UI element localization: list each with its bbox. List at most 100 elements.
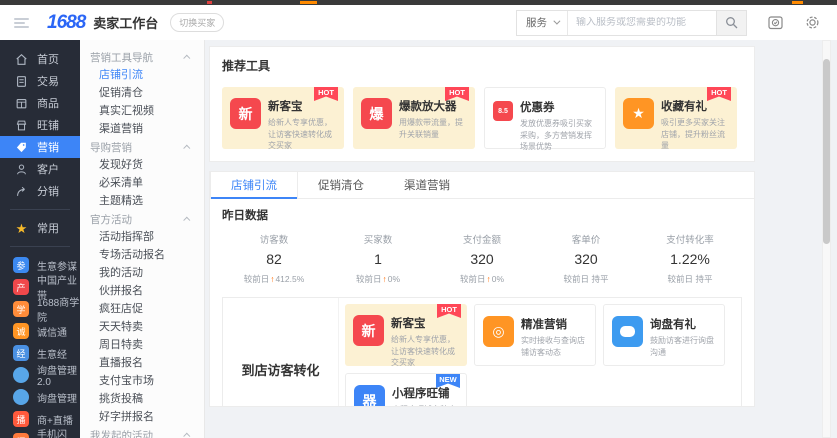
tool-card-baokuan[interactable]: HOT 爆 爆款放大器 用爆款带流量，提升关联销量	[353, 87, 475, 149]
sidebar-app-shangxueyuan[interactable]: 学 1688商学院	[0, 298, 80, 320]
search-button[interactable]	[716, 11, 746, 35]
submenu-item-alipay-market[interactable]: 支付宝市场	[80, 372, 204, 390]
sidebar-item-label: 首页	[37, 51, 59, 67]
stat-payment-amount: 支付金额 320 较前日0%	[430, 232, 534, 285]
window-scrollbar[interactable]	[822, 40, 831, 438]
submenu-item-daily-sale[interactable]: 天天特卖	[80, 318, 204, 336]
recommended-tools-title: 推荐工具	[222, 57, 742, 74]
sidebar-item-label: 常用	[37, 220, 59, 236]
submenu-item-event-hq[interactable]: 活动指挥部	[80, 228, 204, 246]
submenu-item-special-signup[interactable]: 专场活动报名	[80, 246, 204, 264]
sidebar-item-marketing[interactable]: 营销	[0, 136, 80, 158]
submenu-item-huopin-signup[interactable]: 伙拼报名	[80, 282, 204, 300]
chat-bubble-icon	[612, 316, 643, 347]
submenu-item-must-buy-list[interactable]: 必采清单	[80, 174, 204, 192]
tab-clearance[interactable]: 促销清仓	[298, 172, 384, 198]
conv-card-xinkebao[interactable]: HOT 新 新客宝 给新人专享优惠，让访客快速转化成交买家	[345, 304, 467, 366]
chevron-down-icon	[553, 18, 560, 25]
stat-buyers: 买家数 1 较前日0%	[326, 232, 430, 285]
sidebar-item-favorites[interactable]: ★ 常用	[0, 217, 80, 239]
top-strip-accent	[207, 1, 212, 4]
sidebar-item-customers[interactable]: 客户	[0, 158, 80, 180]
chevron-up-icon	[183, 432, 190, 438]
sidebar-item-home[interactable]: 首页	[0, 48, 80, 70]
switch-to-buyer-badge[interactable]: 切换买家	[170, 13, 224, 32]
hamburger-menu-icon[interactable]	[14, 18, 29, 28]
tasks-check-icon[interactable]	[767, 14, 784, 31]
submenu-item-video[interactable]: 真实汇视频	[80, 102, 204, 120]
search-category-select[interactable]: 服务	[517, 11, 568, 35]
tool-card-desc: 给新人专享优惠，让访客快速转化成交买家	[268, 117, 336, 152]
app-icon: 学	[13, 301, 29, 317]
submenu-item-channel[interactable]: 渠道营销	[80, 120, 204, 138]
submenu-group-official-events[interactable]: 官方活动	[80, 210, 204, 228]
tool-card-youhuiquan[interactable]: 8.5 优惠券 发放优惠券吸引买家采购，多方营销发挥场景优势	[484, 87, 606, 149]
tab-store-traffic[interactable]: 店铺引流	[210, 172, 298, 198]
submenu-item-theme-picks[interactable]: 主题精选	[80, 192, 204, 210]
submenu-item-live-signup[interactable]: 直播报名	[80, 354, 204, 372]
sidebar-item-label: 营销	[37, 139, 59, 155]
group-title: 导购营销	[90, 140, 132, 155]
search-icon	[725, 16, 738, 29]
sidebar-app-shoujishandian[interactable]: 闪 手机闪电...	[0, 430, 80, 438]
sidebar-item-label: 分销	[37, 183, 59, 199]
scrollbar-thumb[interactable]	[823, 59, 830, 244]
globe-icon	[13, 389, 29, 405]
app-icon: 诚	[13, 323, 29, 339]
submenu-group-my-initiated[interactable]: 我发起的活动	[80, 426, 204, 438]
recommended-tools-panel: 推荐工具 HOT 新 新客宝 给新人专享优惠，让访客快速转化成交买家 HOT 爆	[209, 46, 755, 162]
tool-card-name: 收藏有礼	[661, 98, 729, 114]
conv-card-miniprogram[interactable]: NEW 器 小程序旺铺 小程序旺铺多种店铺推广引流神器	[345, 373, 467, 407]
submenu-group-guide-marketing[interactable]: 导购营销	[80, 138, 204, 156]
sidebar-app-xunpan[interactable]: 询盘管理	[0, 386, 80, 408]
traffic-tabs: 店铺引流 促销清仓 渠道营销	[210, 172, 754, 199]
submenu-item-store-traffic[interactable]: 店铺引流	[80, 66, 204, 84]
divider	[10, 246, 70, 247]
sidebar-item-label: 旺铺	[37, 117, 59, 133]
sidebar-item-goods[interactable]: 商品	[0, 92, 80, 114]
secondary-sidebar: 营销工具导航 店铺引流 促销清仓 真实汇视频 渠道营销 导购营销 发现好货 必采…	[80, 40, 205, 438]
submenu-item-good-finds[interactable]: 发现好货	[80, 156, 204, 174]
sidebar-app-label: 询盘管理2.0	[37, 362, 80, 388]
submenu-item-my-events[interactable]: 我的活动	[80, 264, 204, 282]
search-category-label: 服务	[526, 15, 547, 30]
sidebar-item-label: 客户	[37, 161, 59, 177]
sidebar-app-xunpan2[interactable]: 询盘管理2.0	[0, 364, 80, 386]
submenu-item-group-signup[interactable]: 好字拼报名	[80, 408, 204, 426]
yesterday-data-title: 昨日数据	[222, 207, 742, 223]
search-input[interactable]	[568, 17, 716, 28]
app-icon: 产	[13, 279, 29, 295]
group-title: 官方活动	[90, 212, 132, 227]
stat-conversion-rate: 支付转化率 1.22% 较前日 持平	[638, 232, 742, 285]
submenu-group-marketing-tools[interactable]: 营销工具导航	[80, 48, 204, 66]
sidebar-app-label: 生意参谋	[37, 258, 77, 273]
qr-code-icon: 器	[354, 385, 385, 407]
sidebar-app-shengyijing[interactable]: 经 生意经	[0, 342, 80, 364]
sidebar-item-shop[interactable]: 旺铺	[0, 114, 80, 136]
submenu-item-pick-goods-submit[interactable]: 挑货投稿	[80, 390, 204, 408]
tool-card-desc: 用爆款带流量，提升关联销量	[399, 117, 467, 140]
sidebar-app-label: 商+直播	[37, 412, 73, 427]
xinkebao-icon: 新	[353, 315, 384, 346]
logo-1688[interactable]: 1688	[47, 12, 85, 34]
tool-card-shoucangyouli[interactable]: HOT ★ 收藏有礼 吸引更多买家关注店铺，提升粉丝流量	[615, 87, 737, 149]
group-title: 我发起的活动	[90, 428, 153, 438]
submenu-item-sunday-sale[interactable]: 周日特卖	[80, 336, 204, 354]
person-icon	[15, 163, 28, 176]
submenu-item-clearance[interactable]: 促销清仓	[80, 84, 204, 102]
app-icon: 播	[13, 411, 29, 427]
order-document-icon	[15, 75, 28, 88]
sidebar-item-distribution[interactable]: 分销	[0, 180, 80, 202]
tool-card-xinkebao[interactable]: HOT 新 新客宝 给新人专享优惠，让访客快速转化成交买家	[222, 87, 344, 149]
top-strip-accent	[792, 1, 803, 4]
tab-channel[interactable]: 渠道营销	[384, 172, 470, 198]
divider	[10, 209, 70, 210]
sidebar-item-trade[interactable]: 交易	[0, 70, 80, 92]
settings-gear-icon[interactable]	[804, 14, 821, 31]
tag-icon	[15, 141, 28, 154]
submenu-item-crazy-promo[interactable]: 疯狂店促	[80, 300, 204, 318]
conversion-row-label: 到店访客转化	[223, 298, 339, 407]
conv-card-xunpanyouli[interactable]: 询盘有礼 鼓励访客进行询盘沟通	[603, 304, 725, 366]
coupon-icon: 8.5	[493, 101, 513, 121]
conv-card-jingzhunyingxiao[interactable]: ◎ 精准营销 实时接收与查询店铺访客动态	[474, 304, 596, 366]
